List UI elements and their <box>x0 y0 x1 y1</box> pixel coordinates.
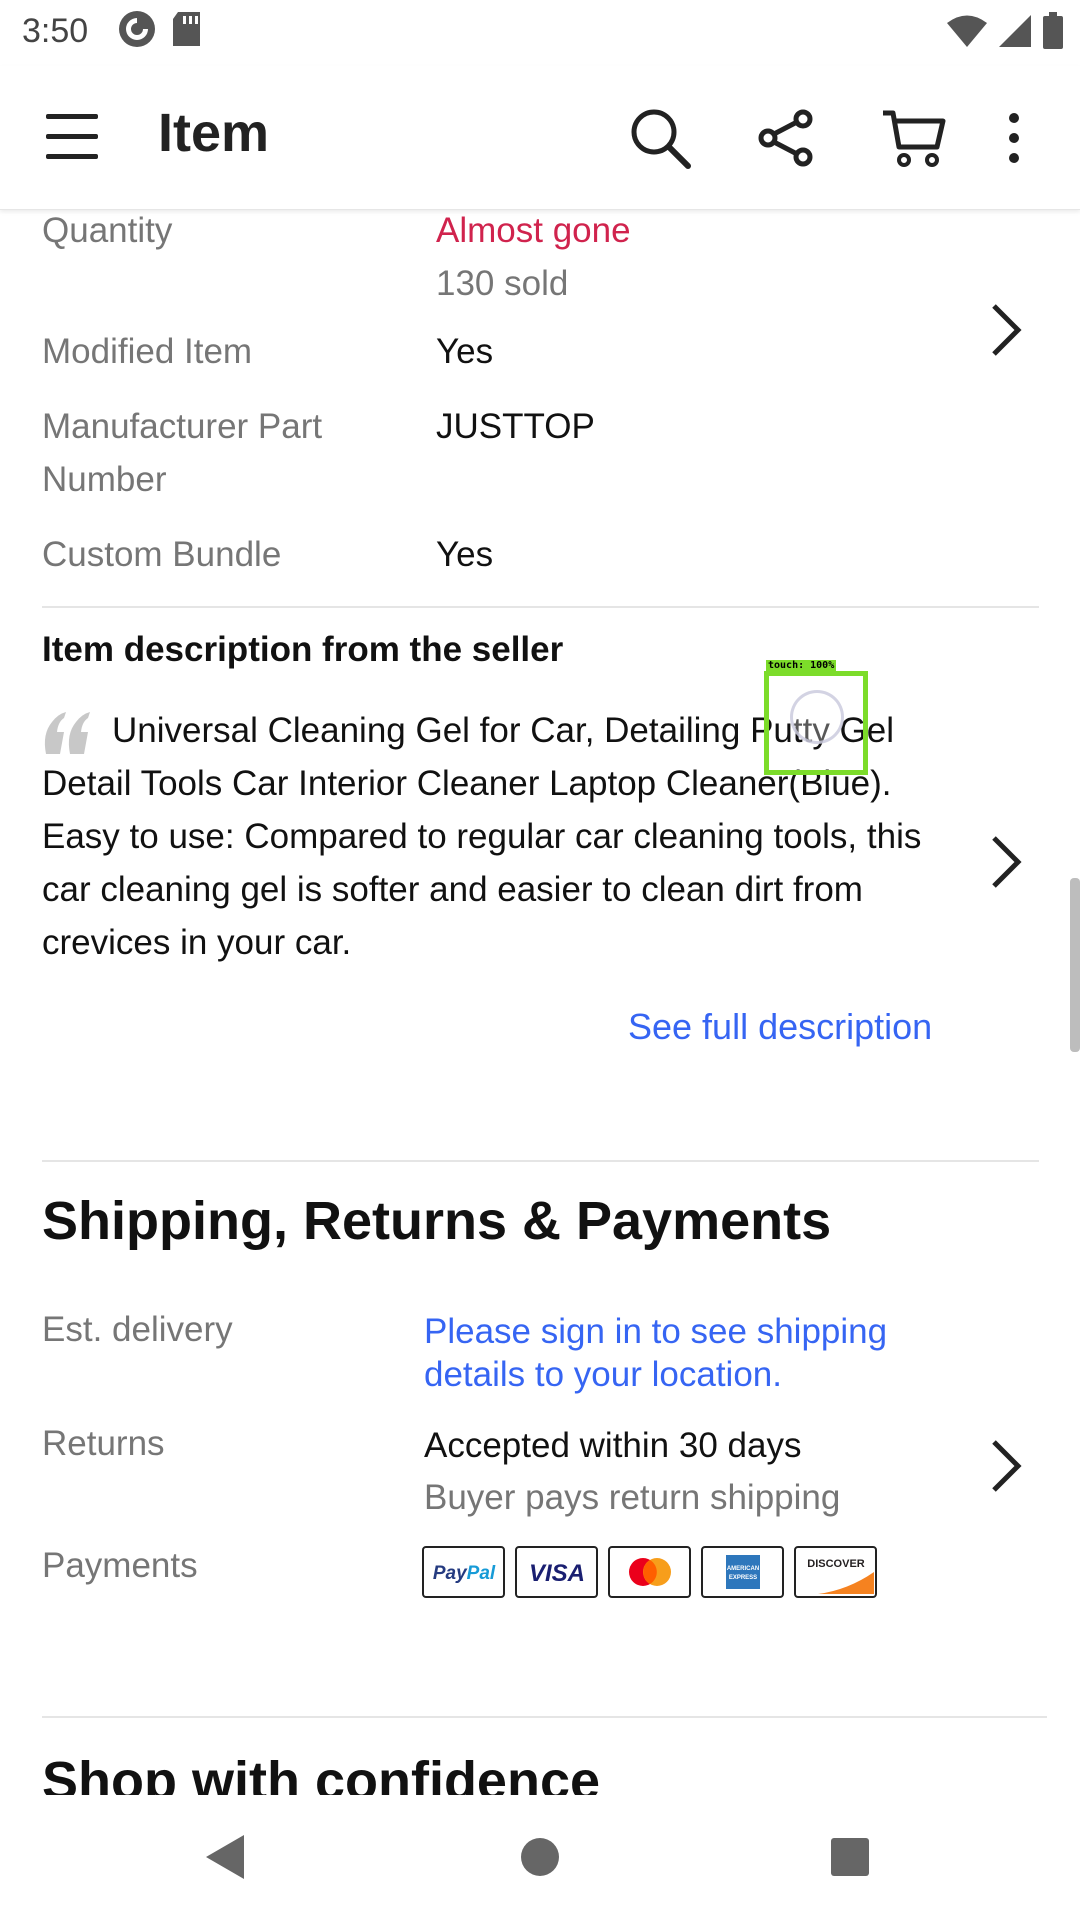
est-delivery-label: Est. delivery <box>42 1310 233 1349</box>
item-content[interactable]: Quantity Almost gone 130 sold Modified I… <box>0 210 1080 1795</box>
page-title: Item <box>158 103 270 163</box>
quantity-status: Almost gone <box>436 211 631 250</box>
navigation-bar <box>0 1795 1080 1920</box>
returns-value: Accepted within 30 days <box>424 1426 802 1465</box>
chevron-right-icon[interactable] <box>986 832 1026 892</box>
chevron-right-icon[interactable] <box>986 300 1026 360</box>
share-icon <box>758 109 813 167</box>
sd-card-icon <box>172 11 202 52</box>
touch-indicator-label: touch: 100% <box>766 660 837 671</box>
back-icon <box>206 1835 244 1879</box>
paypal-logo: PayPal <box>422 1546 505 1598</box>
divider <box>42 606 1039 608</box>
mastercard-logo <box>608 1546 691 1598</box>
divider <box>42 1716 1047 1718</box>
signal-icon <box>998 14 1032 53</box>
back-button[interactable] <box>192 1825 256 1889</box>
custom-bundle-value: Yes <box>436 535 494 574</box>
wifi-icon <box>946 14 988 53</box>
mpn-label: Manufacturer Part Number <box>42 407 323 499</box>
search-button[interactable] <box>622 100 698 176</box>
visa-logo: VISA <box>515 1546 598 1598</box>
battery-icon <box>1042 12 1064 55</box>
svg-text:PayPal: PayPal <box>432 1563 495 1584</box>
touch-ripple <box>790 690 844 744</box>
svg-text:EXPRESS: EXPRESS <box>728 1575 756 1581</box>
returns-sub: Buyer pays return shipping <box>424 1478 841 1517</box>
section-title-shop-with-confidence: Shop with confidence <box>42 1751 601 1795</box>
status-time: 3:50 <box>22 12 89 50</box>
svg-text:DISCOVER: DISCOVER <box>807 1558 865 1570</box>
see-full-description-link[interactable]: See full description <box>628 1006 932 1048</box>
home-button[interactable] <box>508 1825 572 1889</box>
recents-button[interactable] <box>818 1825 882 1889</box>
status-bar: 3:50 <box>0 0 1080 66</box>
menu-button[interactable] <box>44 110 100 162</box>
modified-item-label: Modified Item <box>42 332 253 371</box>
svg-text:VISA: VISA <box>528 1560 584 1587</box>
home-icon <box>521 1838 559 1876</box>
search-icon <box>631 109 691 169</box>
divider <box>42 1160 1039 1162</box>
recents-icon <box>831 1838 869 1876</box>
pocket-casts-icon <box>118 10 156 53</box>
amex-logo: AMERICAN EXPRESS <box>701 1546 784 1598</box>
mpn-value: JUSTTOP <box>436 407 595 446</box>
sign-in-shipping-link[interactable]: Please sign in to see shipping details t… <box>424 1310 944 1396</box>
description-heading: Item description from the seller <box>42 630 564 669</box>
custom-bundle-label: Custom Bundle <box>42 535 282 574</box>
payments-label: Payments <box>42 1546 198 1585</box>
returns-label: Returns <box>42 1424 165 1463</box>
section-title-shipping: Shipping, Returns & Payments <box>42 1191 832 1251</box>
discover-logo: DISCOVER <box>794 1546 877 1598</box>
more-options-button[interactable] <box>984 100 1044 176</box>
more-vert-icon <box>1009 113 1019 163</box>
cart-button[interactable] <box>876 100 952 176</box>
app-bar: Item <box>0 66 1080 210</box>
payment-methods: PayPal VISA AMERICAN EXPRESS DISCOVER <box>422 1546 877 1598</box>
quantity-label: Quantity <box>42 211 173 250</box>
share-button[interactable] <box>748 100 824 176</box>
modified-item-value: Yes <box>436 332 494 371</box>
quantity-sold: 130 sold <box>436 264 569 303</box>
chevron-right-icon[interactable] <box>986 1436 1026 1496</box>
scrollbar-thumb[interactable] <box>1070 878 1080 1052</box>
svg-text:AMERICAN: AMERICAN <box>726 1566 758 1572</box>
hamburger-icon <box>46 114 98 159</box>
cart-icon <box>883 110 946 167</box>
